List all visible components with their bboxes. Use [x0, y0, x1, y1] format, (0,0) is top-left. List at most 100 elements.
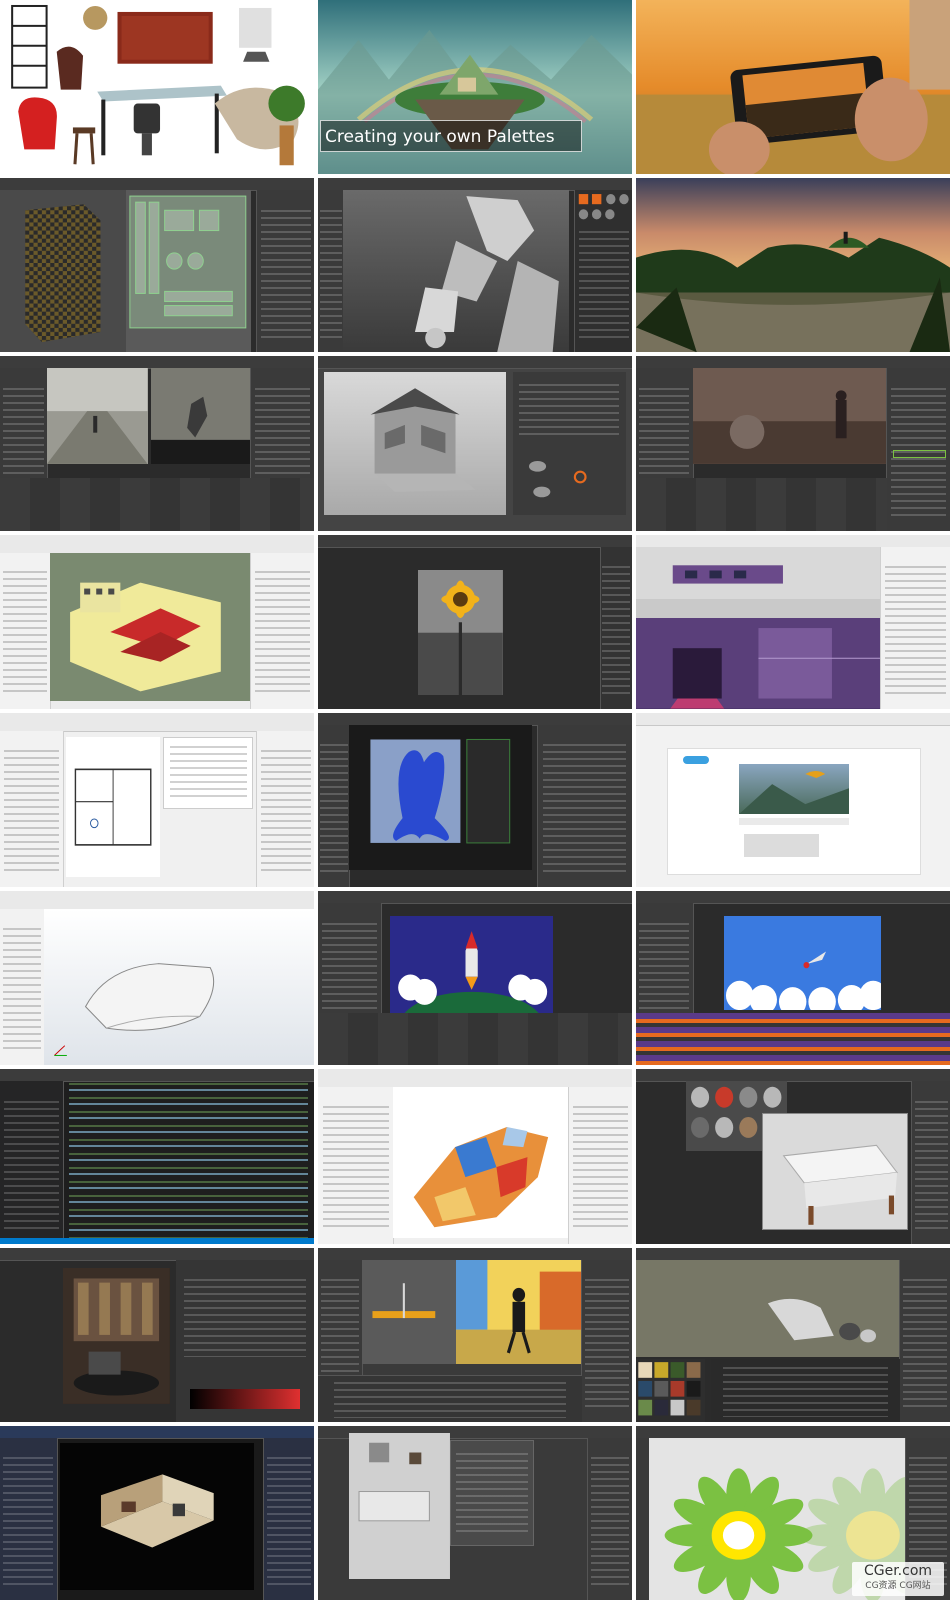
- scene-view[interactable]: [636, 546, 881, 599]
- web-page: [667, 747, 921, 876]
- composite-viewer[interactable]: [692, 368, 888, 465]
- render-settings: [175, 1259, 314, 1422]
- render-view[interactable]: [59, 1443, 255, 1590]
- watermark-main: CGer.com: [863, 1563, 933, 1579]
- timeline[interactable]: [0, 478, 314, 531]
- color-picker[interactable]: [189, 1389, 301, 1409]
- settings-panel: [886, 368, 950, 531]
- timeline[interactable]: [318, 1013, 632, 1066]
- ribbon-toolbar: [0, 534, 314, 554]
- gis-map-screenshot: [414, 1127, 549, 1228]
- tile-uv-editor: [0, 178, 314, 353]
- render-viewport[interactable]: [62, 1268, 170, 1405]
- feature-tree: [0, 909, 45, 1066]
- modifier-panel: [536, 724, 632, 888]
- status-bar: [0, 1237, 314, 1244]
- dialog-window[interactable]: [449, 1439, 534, 1547]
- uv-editor-screenshot: [25, 204, 101, 343]
- compositing-screenshot: [692, 368, 888, 465]
- properties-panel: [262, 1437, 314, 1600]
- tile-video-editor: [0, 356, 314, 531]
- game-view[interactable]: [456, 1259, 582, 1365]
- room-render-screenshot: [59, 1443, 255, 1590]
- layers-panel: [587, 1437, 632, 1600]
- tile-compositing: [636, 356, 950, 531]
- browser-bar: [636, 712, 950, 726]
- node-editor[interactable]: [636, 478, 888, 531]
- floor-plan-screenshot: [74, 768, 152, 846]
- code-editor-screenshot[interactable]: [69, 1083, 308, 1238]
- tile-cad-model: [0, 891, 314, 1066]
- inspector-panel: [580, 1259, 632, 1422]
- color-swatches-icon: [638, 1362, 701, 1416]
- robot-sculpt-screenshot: [415, 196, 559, 353]
- uv-canvas[interactable]: [125, 190, 252, 353]
- furniture-collage-image: [0, 0, 314, 175]
- composition-viewer[interactable]: [723, 915, 881, 1010]
- project-browser: [256, 730, 314, 888]
- photo-canvas[interactable]: [418, 569, 504, 695]
- layers-panel: [318, 1087, 395, 1244]
- video-frame[interactable]: [738, 763, 850, 814]
- tool-shelf: [318, 190, 345, 353]
- adjustment-panel: [599, 546, 632, 709]
- project-browser: [318, 1375, 582, 1422]
- cad-viewport[interactable]: [43, 909, 314, 1066]
- tile-logo-design: CGer.com CG资源 CG网站: [636, 1425, 950, 1600]
- command-manager: [0, 891, 314, 911]
- scene-gizmo-icon: [372, 1282, 436, 1318]
- tile-room-render: [0, 1425, 314, 1600]
- file-explorer: [0, 1081, 64, 1244]
- sculpt-viewport[interactable]: [343, 190, 570, 353]
- page-button[interactable]: [683, 756, 709, 764]
- model-viewport[interactable]: [324, 372, 507, 515]
- rocket-animation-screenshot: [390, 915, 554, 1014]
- table-render-icon: [762, 1113, 908, 1229]
- game-editor-screenshot: [636, 618, 881, 709]
- tile-animation-scene: [636, 1247, 950, 1422]
- tile-motion-graphics: [636, 891, 950, 1066]
- motion-graphics-screenshot: [723, 915, 881, 1010]
- thumbnail-strip: [743, 834, 820, 857]
- swatch-panel[interactable]: [636, 1359, 706, 1422]
- sunflower-photo-screenshot: [418, 569, 504, 695]
- tile-interior-editor: [318, 1425, 632, 1600]
- viewport-left: [0, 190, 126, 353]
- tile-character-sculpt: [318, 712, 632, 888]
- tile-floor-plan: [0, 712, 314, 888]
- top-view[interactable]: [349, 1432, 450, 1580]
- tile-interior-render: [0, 1247, 314, 1422]
- source-monitor[interactable]: [47, 368, 148, 465]
- schedule-table[interactable]: [163, 736, 254, 809]
- render-window[interactable]: [761, 1112, 909, 1230]
- animation-scene-screenshot: [636, 1259, 900, 1358]
- player-controls[interactable]: [738, 817, 850, 826]
- node-graph-icon: [528, 460, 587, 497]
- tile-rocket-animation: [318, 891, 632, 1066]
- uv-layout-icon: [128, 195, 246, 329]
- landscape-render-image: [636, 178, 950, 353]
- house-model-screenshot: [370, 388, 477, 493]
- video-editor-screenshot: [47, 368, 148, 465]
- game-engine-screenshot: [456, 1259, 582, 1365]
- tile-game-engine: [318, 1247, 632, 1422]
- watermark-sub: CG资源 CG网站: [865, 1581, 931, 1591]
- composition-viewer[interactable]: [390, 915, 554, 1014]
- program-monitor-icon: [150, 368, 252, 441]
- tile-bim-model: [0, 534, 314, 709]
- 3d-view[interactable]: [50, 552, 252, 701]
- floor-plan-view[interactable]: [65, 736, 161, 878]
- properties-palette: [0, 730, 64, 888]
- scene-viewport[interactable]: [636, 1259, 900, 1358]
- map-canvas[interactable]: [393, 1087, 570, 1238]
- timeline[interactable]: [636, 1013, 950, 1066]
- program-monitor[interactable]: [150, 368, 252, 465]
- tool-palette: [0, 1437, 58, 1600]
- sculpt-viewport[interactable]: [349, 724, 532, 870]
- scene-view[interactable]: [361, 1259, 457, 1365]
- catalog-panel: [568, 1087, 632, 1244]
- game-view[interactable]: [636, 618, 881, 709]
- node-editor[interactable]: [711, 1359, 900, 1422]
- graph-panel: [512, 372, 626, 515]
- ribbon-toolbar: [0, 712, 314, 732]
